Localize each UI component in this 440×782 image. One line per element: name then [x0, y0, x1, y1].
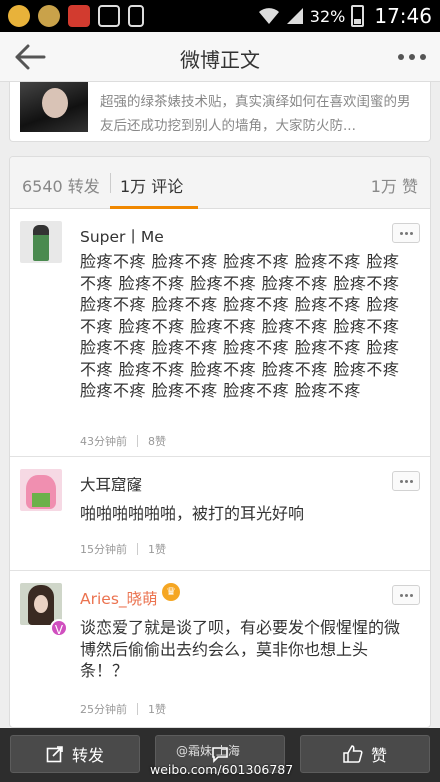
- tab-likes[interactable]: 1万 赞: [371, 173, 418, 197]
- repost-button[interactable]: 转发: [10, 735, 140, 773]
- dot-icon: [420, 54, 426, 60]
- clock: 17:46: [374, 4, 432, 28]
- comment-item: Super丨Me 脸疼不疼 脸疼不疼 脸疼不疼 脸疼不疼 脸疼不疼 脸疼不疼 脸…: [10, 209, 430, 457]
- dot-icon: [398, 54, 404, 60]
- app-notification-icon: [38, 5, 60, 27]
- avatar[interactable]: [20, 469, 62, 511]
- like-button[interactable]: 赞: [300, 735, 430, 773]
- comment-likes[interactable]: 1赞: [148, 701, 166, 717]
- post-text: 超强的绿茶婊技术贴，真实演绎如何在喜欢闺蜜的男友后还成功挖到别人的墙角，大家防火…: [100, 94, 411, 134]
- comment-item: 大耳窟窿 啪啪啪啪啪啪，被打的耳光好响 15分钟前 1赞: [10, 457, 430, 571]
- comment-meta: 25分钟前 1赞: [80, 701, 166, 717]
- comment-meta: 15分钟前 1赞: [80, 541, 166, 557]
- comment-more-button[interactable]: [392, 471, 420, 491]
- comment-time: 15分钟前: [80, 543, 127, 556]
- comment-time: 25分钟前: [80, 703, 127, 716]
- comment-author[interactable]: 大耳窟窿: [80, 473, 142, 495]
- watermark-url: weibo.com/601306787: [150, 762, 294, 777]
- comment-author[interactable]: Super丨Me: [80, 225, 164, 247]
- tab-divider: [110, 173, 111, 193]
- thumbs-up-icon: [343, 745, 363, 763]
- image-notification-icon: [98, 5, 120, 27]
- app-notification-icon: [8, 5, 30, 27]
- comment-item: V Aries_晓萌 ♛ 谈恋爱了就是谈了呗，有必要发个假惺惺的微博然后偷偷出去…: [10, 571, 430, 727]
- comment-likes[interactable]: 1赞: [148, 541, 166, 557]
- comment-likes[interactable]: 8赞: [148, 433, 166, 449]
- tab-comments[interactable]: 1万 评论: [120, 173, 183, 197]
- app-notification-icon: [68, 5, 90, 27]
- comment-meta: 43分钟前 8赞: [80, 433, 166, 449]
- comment-text: 脸疼不疼 脸疼不疼 脸疼不疼 脸疼不疼 脸疼不疼 脸疼不疼 脸疼不疼 脸疼不疼 …: [80, 252, 400, 400]
- comment-text: 谈恋爱了就是谈了呗，有必要发个假惺惺的微博然后偷偷出去约会么，莫非你也想上头条！…: [80, 618, 401, 680]
- notification-icons: [8, 5, 144, 27]
- repost-icon: [46, 746, 63, 763]
- wifi-icon: [258, 8, 279, 24]
- comment-more-button[interactable]: [392, 223, 420, 243]
- avatar[interactable]: [20, 221, 62, 263]
- post-thumbnail: [20, 82, 88, 132]
- comment-text: 啪啪啪啪啪啪，被打的耳光好响: [80, 504, 305, 523]
- interaction-tabs: 6540 转发 1万 评论 1万 赞: [10, 157, 430, 209]
- page-title: 微博正文: [180, 48, 260, 72]
- dot-icon: [409, 54, 415, 60]
- comment-more-button[interactable]: [392, 585, 420, 605]
- bottom-toolbar: 转发 赞 @霜妹 上海 weibo.com/601306787: [0, 728, 440, 782]
- watermark-handle: @霜妹 上海: [176, 744, 240, 758]
- original-post-preview[interactable]: 超强的绿茶婊技术贴，真实演绎如何在喜欢闺蜜的男友后还成功挖到别人的墙角，大家防火…: [9, 82, 431, 142]
- comment-author[interactable]: Aries_晓萌: [80, 587, 158, 609]
- title-bar: 微博正文: [0, 32, 440, 82]
- battery-icon: [351, 5, 365, 27]
- more-options-button[interactable]: [398, 54, 426, 60]
- tab-reposts[interactable]: 6540 转发: [22, 173, 100, 197]
- screenshot-notification-icon: [128, 5, 144, 27]
- verified-badge-icon: V: [50, 619, 68, 637]
- comments-card: 6540 转发 1万 评论 1万 赞 Super丨Me 脸疼不疼 脸疼不疼 脸疼…: [9, 156, 431, 728]
- status-bar: 32% 17:46: [0, 0, 440, 32]
- comment-time: 43分钟前: [80, 435, 127, 448]
- signal-icon: [286, 8, 303, 24]
- repost-label: 转发: [71, 746, 104, 765]
- like-label: 赞: [370, 746, 387, 765]
- vip-crown-icon[interactable]: ♛: [162, 583, 180, 601]
- battery-percent: 32%: [309, 6, 346, 26]
